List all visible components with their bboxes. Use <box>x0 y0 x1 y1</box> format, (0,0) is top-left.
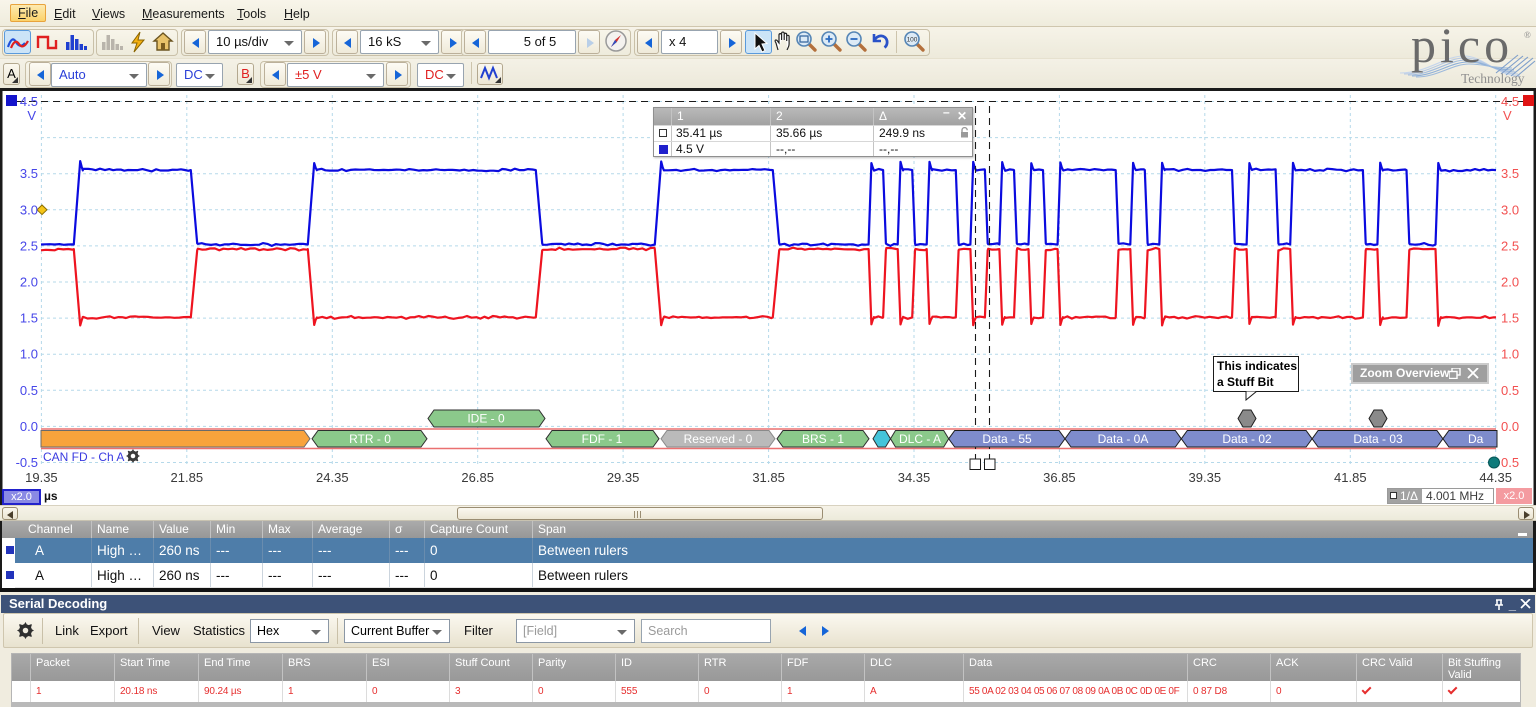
svg-text:Data - 55: Data - 55 <box>982 432 1032 446</box>
svg-text:1.5: 1.5 <box>20 311 38 326</box>
svg-text:3.0: 3.0 <box>1501 202 1519 217</box>
svg-text:3.5: 3.5 <box>20 166 38 181</box>
svg-text:V: V <box>27 108 36 123</box>
svg-text:3.0: 3.0 <box>20 202 38 217</box>
svg-text:IDE - 0: IDE - 0 <box>467 412 505 426</box>
svg-text:2.0: 2.0 <box>20 275 38 290</box>
svg-text:26.85: 26.85 <box>461 470 494 485</box>
svg-text:0.5: 0.5 <box>1501 383 1519 398</box>
svg-text:0.5: 0.5 <box>20 383 38 398</box>
svg-text:1.0: 1.0 <box>20 347 38 362</box>
svg-text:100: 100 <box>907 37 918 44</box>
svg-text:BRS - 1: BRS - 1 <box>802 432 844 446</box>
svg-text:41.85: 41.85 <box>1334 470 1367 485</box>
svg-text:0.5: 0.5 <box>1501 455 1519 470</box>
svg-text:Da: Da <box>1468 432 1484 446</box>
svg-text:1.0: 1.0 <box>1501 347 1519 362</box>
svg-text:CAN FD - Ch A: CAN FD - Ch A <box>43 450 124 464</box>
svg-text:FDF - 1: FDF - 1 <box>582 432 623 446</box>
svg-text:2.5: 2.5 <box>20 238 38 253</box>
svg-text:®: ® <box>1524 30 1531 40</box>
svg-text:0.0: 0.0 <box>1501 419 1519 434</box>
svg-text:1.5: 1.5 <box>1501 311 1519 326</box>
svg-text:-0.5: -0.5 <box>16 455 38 470</box>
svg-text:4.5: 4.5 <box>20 94 38 109</box>
svg-text:31.85: 31.85 <box>752 470 785 485</box>
svg-text:3.5: 3.5 <box>1501 166 1519 181</box>
svg-text:pico: pico <box>1411 27 1513 73</box>
svg-text:DLC - A: DLC - A <box>899 432 941 446</box>
svg-text:Technology: Technology <box>1461 71 1525 86</box>
svg-text:21.85: 21.85 <box>171 470 204 485</box>
svg-text:2.5: 2.5 <box>1501 238 1519 253</box>
svg-text:Data - 02: Data - 02 <box>1222 432 1272 446</box>
svg-text:RTR - 0: RTR - 0 <box>349 432 391 446</box>
svg-text:39.35: 39.35 <box>1189 470 1222 485</box>
svg-text:Data - 0A: Data - 0A <box>1098 432 1149 446</box>
svg-text:4.5: 4.5 <box>1501 94 1519 109</box>
svg-text:19.35: 19.35 <box>25 470 58 485</box>
svg-text:2.0: 2.0 <box>1501 275 1519 290</box>
svg-text:34.35: 34.35 <box>898 470 931 485</box>
svg-text:36.85: 36.85 <box>1043 470 1076 485</box>
svg-text:24.35: 24.35 <box>316 470 349 485</box>
svg-text:Data - 03: Data - 03 <box>1353 432 1403 446</box>
svg-text:Reserved - 0: Reserved - 0 <box>684 432 753 446</box>
svg-text:29.35: 29.35 <box>607 470 640 485</box>
svg-text:44.35: 44.35 <box>1479 470 1512 485</box>
svg-text:V: V <box>1503 108 1512 123</box>
svg-text:0.0: 0.0 <box>20 419 38 434</box>
